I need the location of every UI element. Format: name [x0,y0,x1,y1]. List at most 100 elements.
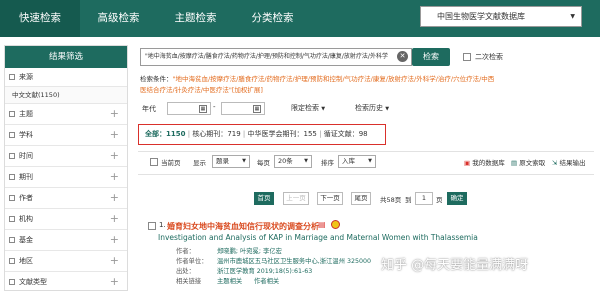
result-authors[interactable]: 郑晓鹏; 叶宛冕; 李亿宏 [217,246,282,255]
related-author-link[interactable]: 作者相关 [254,276,279,285]
stat-core[interactable]: 核心期刊：719 [192,130,240,138]
sidebar-item-label: 基金 [19,236,33,244]
search-button[interactable]: 检索 [412,48,450,66]
sidebar-title: 结果筛选 [5,46,127,68]
per-page-select[interactable]: 20条 ▼ [274,155,312,168]
request-fulltext-label: 原文索取 [519,159,546,167]
pagination-last[interactable]: 尾页 [351,192,371,205]
conditions-text-line2: 医结合疗法/针灸疗法/中医疗法"[加权扩展] [140,86,263,94]
chevron-down-icon: ▼ [304,158,308,164]
sidebar-item-time[interactable]: 时间 + [5,146,127,167]
plus-icon[interactable]: + [110,167,119,187]
sidebar-item-label: 文献类型 [19,278,47,286]
result-source[interactable]: 浙江医学教育 2019;18(5):61-63 [217,266,312,275]
sidebar-item-topic[interactable]: 主题 + [5,104,127,125]
conditions-label-text: 检索条件： [140,75,173,83]
result-stats: 全部：1150 | 核心期刊：719 | 中华医学会期刊：155 | 循证文献：… [138,124,386,145]
pagination-confirm[interactable]: 确定 [447,192,467,205]
sidebar-subitem-chinese-literature[interactable]: 中文文献(1150) [5,87,127,104]
display-select[interactable]: 题录 ▼ [212,155,250,168]
export-icon: ⇲ [552,159,558,167]
tab-advanced-search[interactable]: 高级检索 [80,0,157,37]
calendar-icon[interactable]: ▦ [199,105,207,113]
result-english-title[interactable]: Investigation and Analysis of KAP in Mar… [158,233,478,242]
sidebar-item-label: 学科 [19,131,33,139]
stat-evidence-count: 98 [358,130,368,138]
filter-sidebar: 结果筛选 来源 中文文献(1150) 主题 + 学科 + 时间 + 期刊 + 作者 + 机… [4,45,128,291]
page-suffix: 页 [436,196,443,204]
sidebar-item-journal[interactable]: 期刊 + [5,167,127,188]
database-select[interactable]: 中国生物医学文献数据库 ▼ [420,6,582,27]
request-fulltext-link[interactable]: ▤ 原文索取 [511,157,545,167]
sidebar-item-label: 期刊 [19,173,33,181]
plus-icon[interactable]: + [110,230,119,250]
database-select-value: 中国生物医学文献数据库 [437,12,525,21]
sidebar-item-doc-type[interactable]: 文献类型 + [5,272,127,290]
database-icon: ▣ [464,159,471,167]
expand-icon [9,216,15,222]
chevron-down-icon: ▼ [242,158,246,164]
plus-icon[interactable]: + [110,146,119,166]
limit-search-link[interactable]: 限定检索 ▼ [291,103,325,113]
plus-icon[interactable]: + [110,125,119,145]
result-institution[interactable]: 温州市鹿城区五马社区卫生服务中心,浙江温州 325000 [217,256,371,265]
per-page-select-value: 20条 [278,157,293,165]
expand-icon [9,174,15,180]
pagination-prev[interactable]: 上一页 [283,192,309,205]
sidebar-item-fund[interactable]: 基金 + [5,230,127,251]
pagination-next[interactable]: 下一页 [317,192,343,205]
pdf-icon[interactable]: ▤ [318,220,326,229]
clear-icon[interactable]: ✕ [397,51,408,62]
divider [138,151,594,152]
chevron-down-icon: ▼ [570,13,575,20]
stat-core-label: 核心期刊： [192,130,228,138]
sidebar-item-label: 作者 [19,194,33,202]
expand-icon [9,195,15,201]
my-database-link[interactable]: ▣ 我的数据库 [464,157,505,167]
year-label: 年代 [142,105,156,113]
export-results-link[interactable]: ⇲ 结果输出 [552,157,586,167]
stat-all[interactable]: 全部：1150 [145,130,185,138]
sidebar-item-institution[interactable]: 机构 + [5,209,127,230]
stat-evidence-label: 循证文献： [323,130,359,138]
tab-category-search[interactable]: 分类检索 [234,0,311,37]
search-history-link[interactable]: 检索历史 ▼ [355,103,389,113]
expand-icon [9,132,15,138]
collapse-icon [9,74,15,80]
secondary-search-checkbox[interactable] [463,53,471,61]
stat-cma-count: 155 [303,130,317,138]
sidebar-item-source[interactable]: 来源 [5,68,127,87]
current-page-label: 当前页 [161,159,181,167]
stat-all-label: 全部： [145,130,166,138]
display-label: 显示 [193,159,206,167]
sidebar-item-subject[interactable]: 学科 + [5,125,127,146]
plus-icon[interactable]: + [110,251,119,271]
sort-select[interactable]: 入库 ▼ [338,155,376,168]
badge-icon[interactable] [331,220,340,229]
sidebar-item-label: 机构 [19,215,33,223]
year-dash: - [213,103,216,111]
tab-topic-search[interactable]: 主题检索 [157,0,234,37]
sidebar-item-label: 地区 [19,257,33,265]
stat-cma[interactable]: 中华医学会期刊：155 [248,130,317,138]
calendar-icon[interactable]: ▦ [253,105,261,113]
stat-evidence[interactable]: 循证文献：98 [324,130,368,138]
sidebar-item-region[interactable]: 地区 + [5,251,127,272]
plus-icon[interactable]: + [110,209,119,229]
result-title[interactable]: 婚育妇女地中海贫血知信行现状的调查分析 [167,221,319,232]
chevron-down-icon: ▼ [321,106,326,112]
tab-quick-search[interactable]: 快速检索 [0,0,80,37]
my-database-label: 我的数据库 [472,159,505,167]
sidebar-item-label: 主题 [19,110,33,118]
pagination-first[interactable]: 首页 [254,192,274,205]
plus-icon[interactable]: + [110,104,119,124]
plus-icon[interactable]: + [110,272,119,290]
search-input[interactable]: "地中海贫血/按摩疗法/膳食疗法/药物疗法/护理/预防和控制/气功疗法/康复/放… [140,48,412,66]
related-topic-link[interactable]: 主题相关 [217,276,242,285]
search-history-label: 检索历史 [355,104,383,112]
plus-icon[interactable]: + [110,188,119,208]
page-number-input[interactable]: 1 [415,192,433,205]
sidebar-item-author[interactable]: 作者 + [5,188,127,209]
current-page-checkbox[interactable] [150,158,158,166]
result-checkbox[interactable] [148,222,156,230]
